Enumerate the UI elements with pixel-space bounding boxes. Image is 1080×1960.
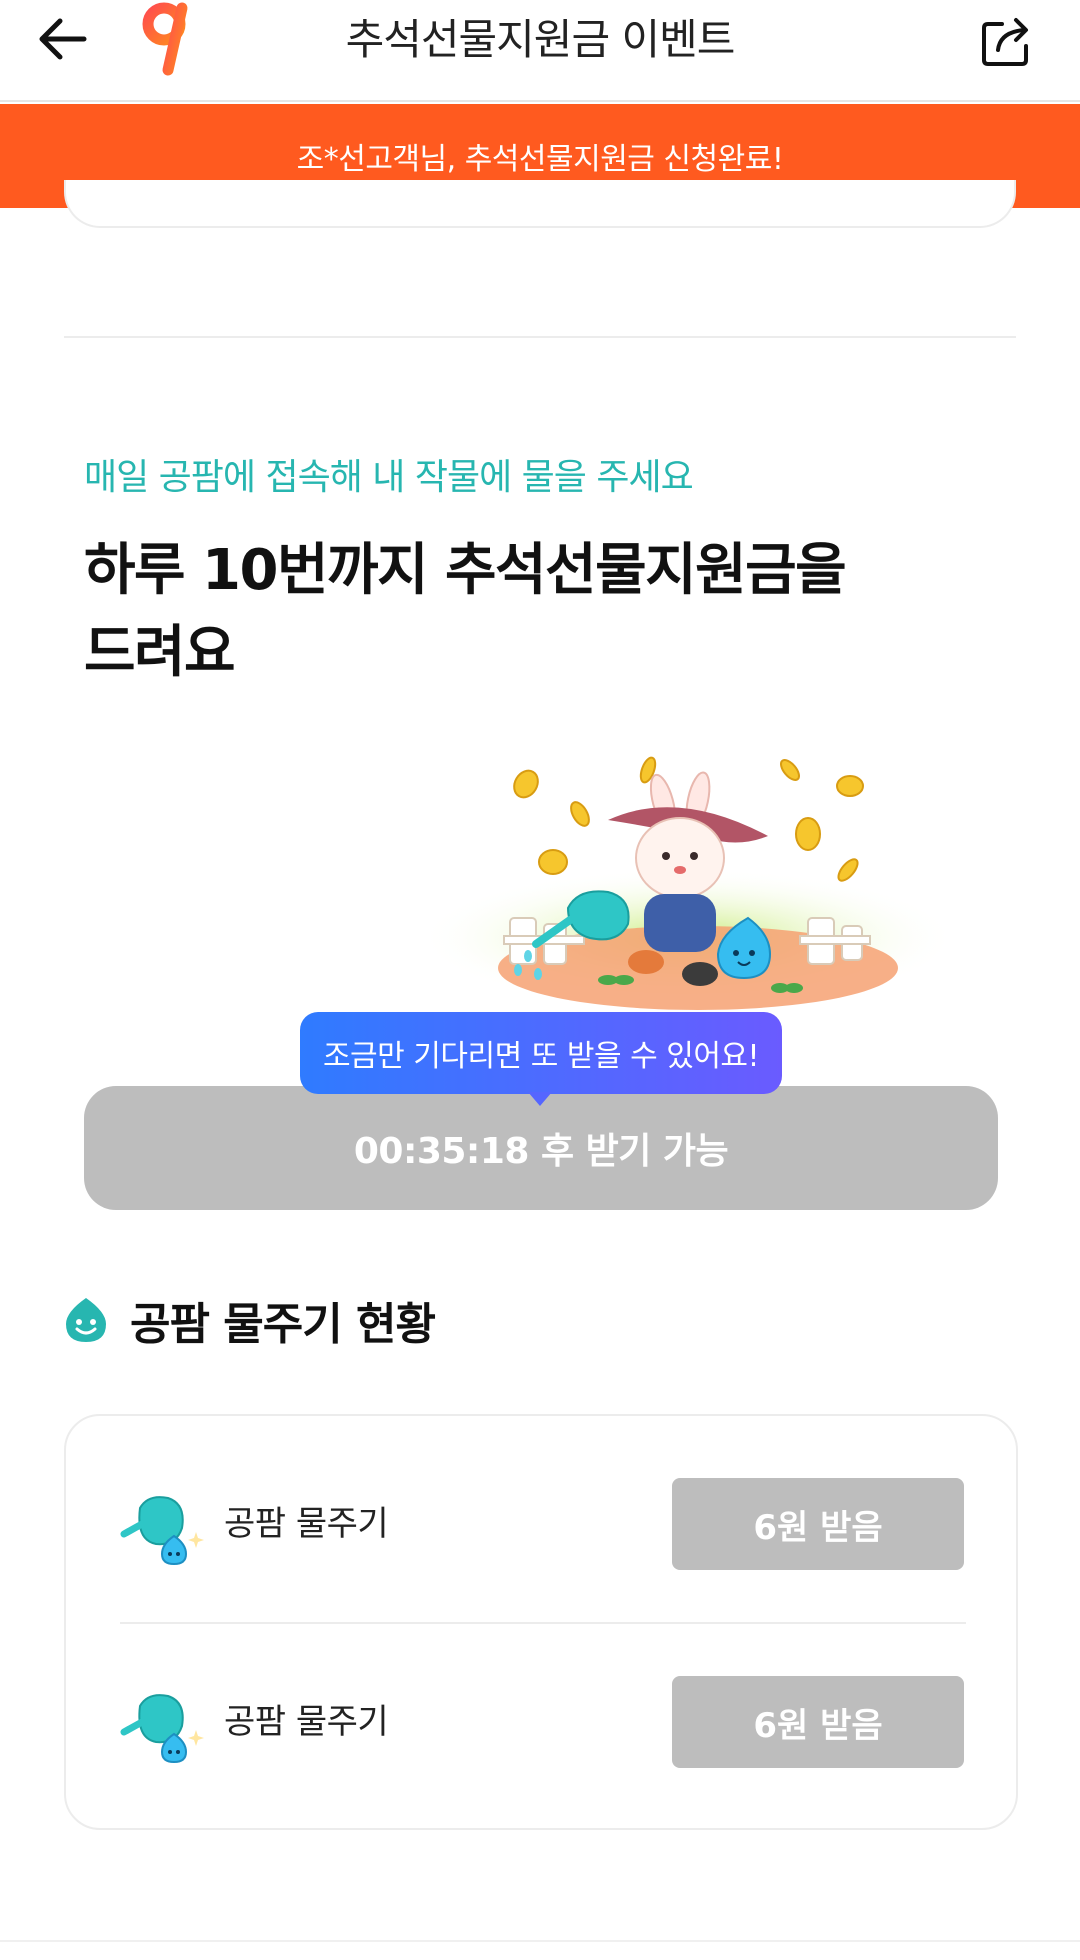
row-label: 공팜 물주기	[224, 1702, 389, 1742]
bottom-divider	[0, 1940, 1080, 1942]
page-title: 추석선물지원금 이벤트	[345, 15, 736, 64]
received-button[interactable]: 6원 받음	[672, 1676, 964, 1768]
watering-can-icon	[120, 1496, 204, 1566]
watering-can-icon	[120, 1694, 204, 1764]
event-subtitle: 매일 공팜에 접속해 내 작물에 물을 주세요	[84, 457, 694, 498]
smile-drop-icon	[66, 1298, 106, 1342]
list-item: 공팜 물주기 6원 받음	[66, 1416, 1016, 1612]
watering-status-header: 공팜 물주기 현황	[62, 1290, 436, 1350]
list-item: 공팜 물주기 6원 받음	[66, 1614, 1016, 1810]
row-label: 공팜 물주기	[224, 1504, 389, 1544]
event-headline: 하루 10번까지 추석선물지원금을 드려요	[84, 538, 847, 685]
section-title: 공팜 물주기 현황	[130, 1299, 436, 1350]
share-button[interactable]	[976, 10, 1036, 70]
tooltip-arrow	[528, 1092, 552, 1106]
share-icon	[982, 18, 1028, 66]
app-bar: 추석선물지원금 이벤트	[0, 0, 1080, 102]
page: 추석선물지원금 이벤트 조*선고객님, 추석선물지원금 신청완료! 매일 공팜에…	[0, 0, 1080, 1960]
wait-tooltip: 조금만 기다리면 또 받을 수 있어요!	[300, 1012, 782, 1094]
watering-status-card: 공팜 물주기 6원 받음 공팜 물주기 6원 받음	[64, 1414, 1018, 1830]
previous-card-edge	[64, 180, 1016, 228]
received-button[interactable]: 6원 받음	[672, 1478, 964, 1570]
section-divider	[64, 336, 1016, 338]
farm-illustration	[408, 748, 958, 1010]
